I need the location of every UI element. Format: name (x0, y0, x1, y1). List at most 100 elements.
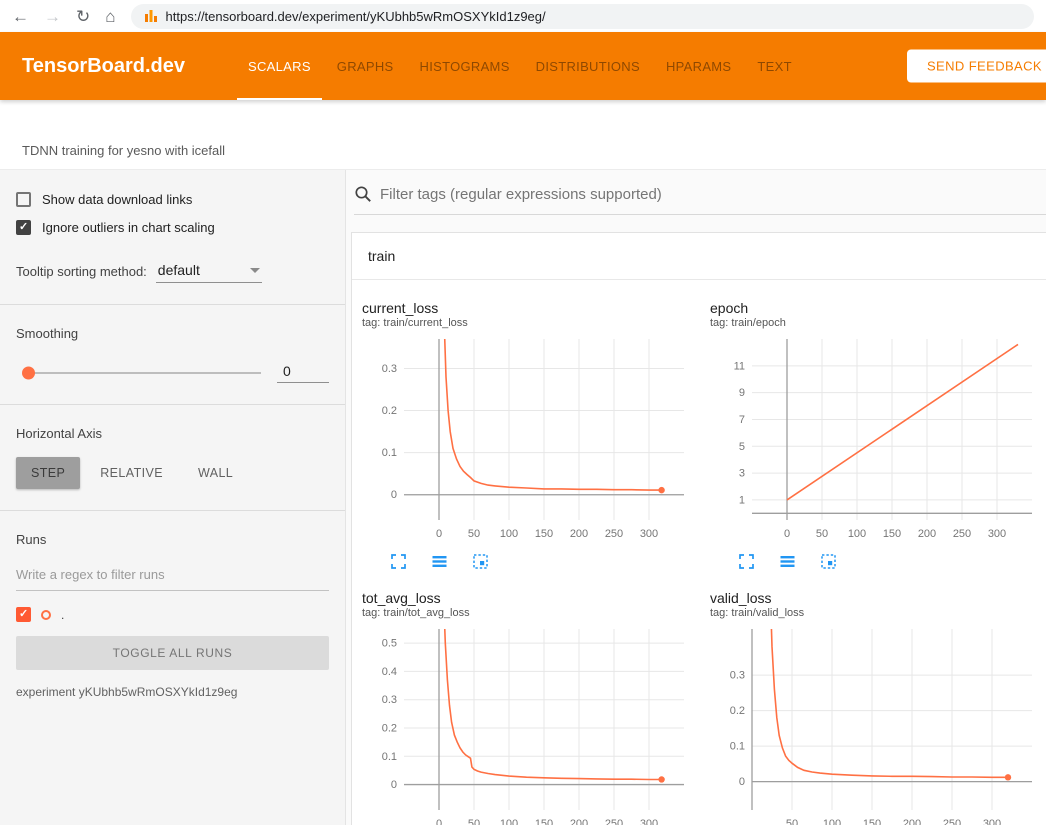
tag-group-header-train[interactable]: train (352, 233, 1046, 280)
tooltip-sorting-label: Tooltip sorting method: (16, 264, 147, 279)
line-plot[interactable]: 0501001502002503001357911 (706, 333, 1046, 548)
slider-thumb[interactable] (22, 367, 35, 380)
sidebar-divider (0, 304, 345, 305)
fit-domain-icon[interactable] (472, 553, 489, 570)
svg-text:250: 250 (605, 528, 623, 540)
chart-tag: tag: train/tot_avg_loss (362, 607, 706, 619)
experiment-title: TDNN training for yesno with icefall (22, 143, 225, 158)
charts-grid: current_loss tag: train/current_loss 050… (352, 280, 1046, 825)
home-icon[interactable]: ⌂ (105, 8, 115, 25)
chart-title: epoch (710, 300, 1046, 316)
horizontal-axis-buttons: STEP RELATIVE WALL (16, 457, 329, 489)
chart-tag: tag: train/valid_loss (710, 607, 1046, 619)
svg-text:0.1: 0.1 (382, 751, 397, 763)
svg-text:150: 150 (863, 818, 881, 825)
reload-icon[interactable]: ↻ (76, 8, 90, 25)
tag-filter-row[interactable]: Filter tags (regular expressions support… (354, 185, 1046, 215)
data-list-icon[interactable] (779, 553, 796, 570)
tab-text[interactable]: TEXT (744, 32, 804, 100)
sidebar-divider (0, 404, 345, 405)
chart-toolbar (706, 548, 1046, 572)
tab-histograms[interactable]: HISTOGRAMS (407, 32, 523, 100)
axis-relative-button[interactable]: RELATIVE (85, 457, 178, 489)
expand-chart-icon[interactable] (738, 553, 755, 570)
ignore-outliers-checkbox-row[interactable]: Ignore outliers in chart scaling (16, 220, 329, 235)
data-list-icon[interactable] (431, 553, 448, 570)
app-header: TensorBoard.dev SCALARS GRAPHS HISTOGRAM… (0, 32, 1046, 100)
svg-text:0.1: 0.1 (382, 447, 397, 459)
svg-text:300: 300 (640, 818, 658, 825)
sidebar-divider (0, 510, 345, 511)
forward-icon[interactable]: → (44, 8, 61, 25)
svg-text:50: 50 (786, 818, 798, 825)
svg-text:100: 100 (500, 528, 518, 540)
browser-toolbar: ← → ↻ ⌂ https://tensorboard.dev/experime… (0, 0, 1046, 32)
svg-text:0: 0 (391, 489, 397, 501)
run-color-swatch (41, 610, 51, 620)
svg-text:250: 250 (953, 528, 971, 540)
runs-filter-input[interactable]: Write a regex to filter runs (16, 561, 329, 591)
svg-text:50: 50 (468, 818, 480, 825)
svg-text:100: 100 (823, 818, 841, 825)
back-icon[interactable]: ← (12, 8, 29, 25)
tab-hparams[interactable]: HPARAMS (653, 32, 744, 100)
show-download-links-checkbox-row[interactable]: Show data download links (16, 192, 329, 207)
chart-toolbar (358, 548, 706, 572)
dashboard-content: Filter tags (regular expressions support… (346, 170, 1046, 825)
checkbox-unchecked-icon[interactable] (16, 192, 31, 207)
smoothing-value-input[interactable]: 0 (277, 363, 329, 383)
svg-text:150: 150 (535, 818, 553, 825)
tooltip-sorting-row: Tooltip sorting method: default (16, 260, 329, 283)
address-bar[interactable]: https://tensorboard.dev/experiment/yKUbh… (131, 4, 1034, 29)
fit-domain-icon[interactable] (820, 553, 837, 570)
run-list-item: . (16, 607, 329, 622)
tensorboard-favicon (144, 9, 158, 23)
ignore-outliers-label: Ignore outliers in chart scaling (42, 220, 215, 235)
svg-text:300: 300 (983, 818, 1001, 825)
search-icon (354, 185, 372, 203)
svg-text:200: 200 (918, 528, 936, 540)
tab-scalars[interactable]: SCALARS (235, 32, 324, 100)
axis-wall-button[interactable]: WALL (183, 457, 248, 489)
runs-label: Runs (16, 532, 329, 547)
smoothing-slider[interactable] (24, 372, 261, 374)
chart-valid-loss: valid_loss tag: train/valid_loss 5010015… (706, 584, 1046, 825)
chevron-down-icon (250, 268, 260, 273)
experiment-title-bar: TDNN training for yesno with icefall (0, 100, 1046, 170)
run-name: . (61, 608, 64, 622)
smoothing-label: Smoothing (16, 326, 329, 341)
line-plot[interactable]: 05010015020025030000.10.20.30.40.5 (358, 623, 706, 825)
svg-text:300: 300 (988, 528, 1006, 540)
application-window: ← → ↻ ⌂ https://tensorboard.dev/experime… (0, 0, 1046, 825)
svg-text:300: 300 (640, 528, 658, 540)
smoothing-slider-row: 0 (16, 363, 329, 383)
send-feedback-button[interactable]: SEND FEEDBACK (907, 50, 1046, 83)
svg-text:50: 50 (468, 528, 480, 540)
tab-distributions[interactable]: DISTRIBUTIONS (523, 32, 653, 100)
tooltip-sorting-value: default (158, 262, 200, 278)
main-layout: Show data download links Ignore outliers… (0, 170, 1046, 825)
chart-title: tot_avg_loss (362, 590, 706, 606)
svg-text:100: 100 (500, 818, 518, 825)
settings-sidebar: Show data download links Ignore outliers… (0, 170, 346, 825)
svg-text:0.3: 0.3 (382, 694, 397, 706)
axis-step-button[interactable]: STEP (16, 457, 80, 489)
run-checkbox[interactable] (16, 607, 31, 622)
tooltip-sorting-dropdown[interactable]: default (156, 260, 262, 283)
chart-tag: tag: train/current_loss (362, 317, 706, 329)
toggle-all-runs-button[interactable]: TOGGLE ALL RUNS (16, 636, 329, 670)
svg-text:0.2: 0.2 (382, 722, 397, 734)
checkbox-checked-icon[interactable] (16, 220, 31, 235)
line-plot[interactable]: 5010015020025030000.10.20.3 (706, 623, 1046, 825)
tag-group-card: train current_loss tag: train/current_lo… (351, 232, 1046, 825)
svg-text:0.1: 0.1 (730, 741, 745, 753)
tab-graphs[interactable]: GRAPHS (324, 32, 407, 100)
tag-filter-input[interactable]: Filter tags (regular expressions support… (380, 186, 662, 203)
experiment-id-caption: experiment yKUbhb5wRmOSXYkId1z9eg (16, 685, 329, 699)
svg-text:9: 9 (739, 387, 745, 399)
svg-text:11: 11 (734, 360, 745, 372)
expand-chart-icon[interactable] (390, 553, 407, 570)
nav-tabs: SCALARS GRAPHS HISTOGRAMS DISTRIBUTIONS … (235, 32, 805, 100)
svg-text:250: 250 (605, 818, 623, 825)
line-plot[interactable]: 05010015020025030000.10.20.3 (358, 333, 706, 548)
